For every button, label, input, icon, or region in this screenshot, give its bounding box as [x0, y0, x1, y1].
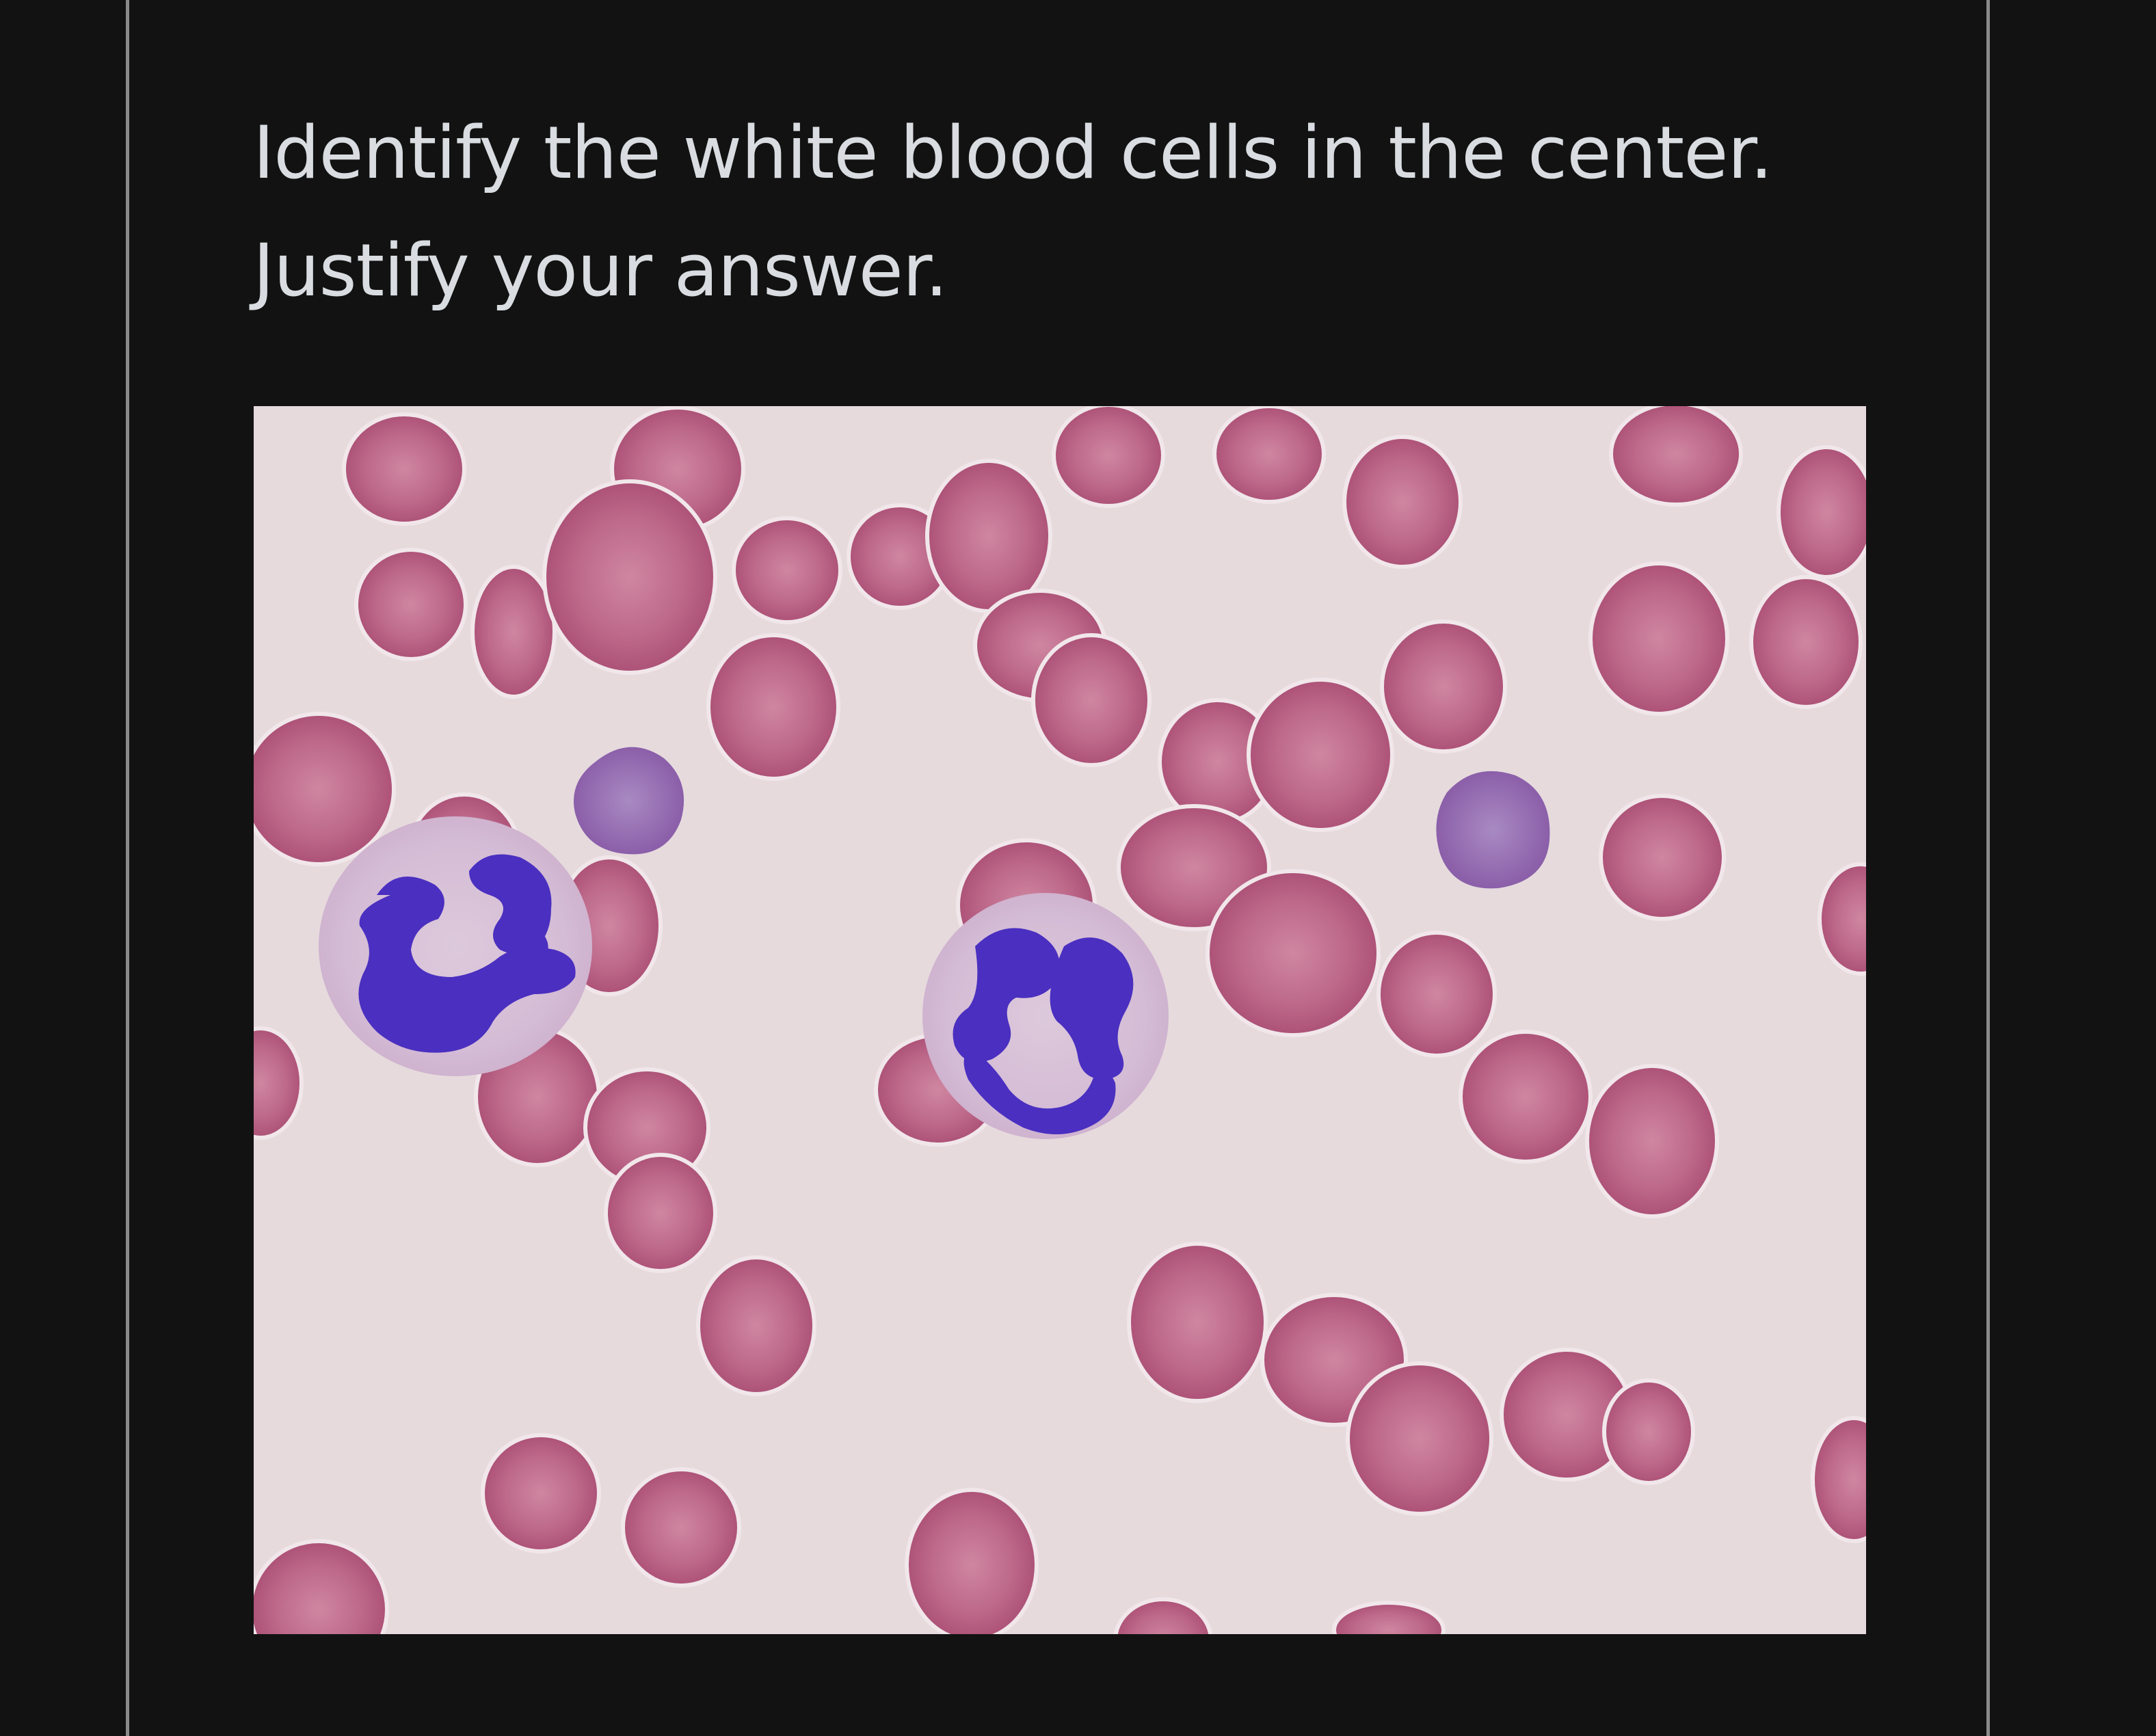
red-blood-cell: [621, 1467, 741, 1588]
red-blood-cell: [1206, 869, 1381, 1037]
blood-smear-image: [254, 406, 1866, 1634]
red-blood-cell: [925, 459, 1052, 613]
red-blood-cell: [1749, 575, 1863, 709]
platelet-right: [1436, 771, 1550, 889]
red-blood-cell: [1585, 1064, 1719, 1218]
red-blood-cell: [1052, 406, 1165, 508]
question-line-2: Justify your answer.: [253, 228, 948, 312]
white-blood-cell-left: [319, 816, 592, 1076]
red-blood-cell: [542, 479, 717, 675]
red-blood-cell: [604, 1153, 717, 1273]
red-blood-cell: [481, 1433, 601, 1553]
red-blood-cell: [1346, 1361, 1493, 1516]
red-blood-cell: [1127, 1242, 1268, 1403]
red-blood-cell: [1609, 406, 1743, 507]
question-text: Identify the white blood cells in the ce…: [253, 94, 1962, 330]
red-blood-cell: [1376, 931, 1497, 1058]
red-blood-cell: [1776, 445, 1866, 579]
red-blood-cell: [696, 1255, 816, 1396]
red-blood-cell: [354, 548, 468, 661]
red-blood-cell: [1602, 1378, 1695, 1485]
red-blood-cell: [706, 633, 840, 781]
red-blood-cell: [1342, 435, 1463, 569]
red-blood-cell: [732, 516, 842, 624]
red-blood-cell: [342, 412, 466, 526]
red-blood-cell: [1031, 633, 1152, 767]
red-blood-cell: [1459, 1030, 1593, 1164]
red-blood-cell: [470, 565, 557, 699]
red-blood-cell: [1212, 406, 1326, 504]
red-blood-cell: [1599, 794, 1726, 921]
page: Identify the white blood cells in the ce…: [0, 0, 2156, 1736]
white-blood-cell-right: [922, 893, 1169, 1139]
red-blood-cell: [1247, 678, 1394, 832]
red-blood-cell: [254, 712, 396, 866]
question-line-1: Identify the white blood cells in the ce…: [253, 111, 1773, 195]
red-blood-cell: [905, 1488, 1039, 1634]
red-blood-cell: [1588, 561, 1729, 716]
red-blood-cell: [1380, 619, 1507, 753]
